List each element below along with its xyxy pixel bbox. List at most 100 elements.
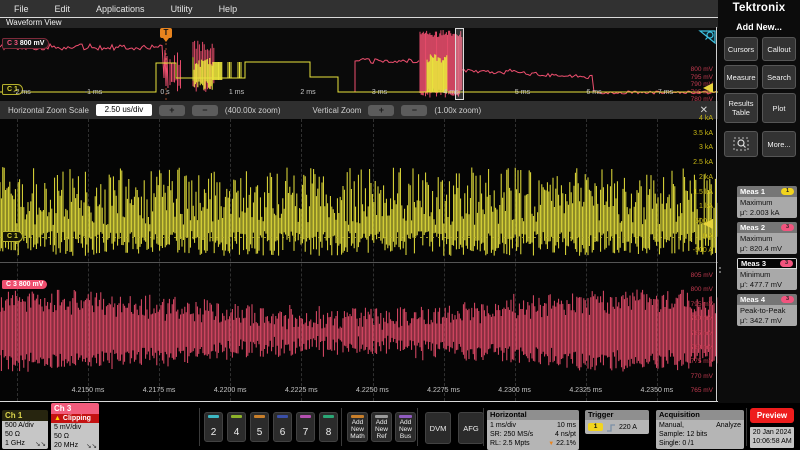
v-zoom-plus-button[interactable]: +: [368, 105, 394, 116]
axis-label: -500 A: [693, 244, 713, 259]
measurement-badge[interactable]: Meas 2 3 Maximum μ': 820.4 mV: [737, 222, 797, 254]
axis-label: 775 mV: [691, 355, 713, 369]
channel-color-stripe: [208, 415, 219, 418]
ch1-vertical-axis: 4 kA3.5 kA3 kA2.5 kA2 kA1.5 kA1 kA500 A0…: [693, 112, 713, 259]
ch3-setting-row: 5 mV/div: [54, 424, 96, 433]
sidebar-tool-button[interactable]: Measure: [724, 65, 758, 89]
channel-button[interactable]: 5: [250, 412, 269, 442]
time-tick-label: 1 ms: [229, 89, 244, 96]
channel-button[interactable]: 8: [319, 412, 338, 442]
measurement-name: Meas 1: [740, 187, 765, 196]
tab-waveform-view[interactable]: Waveform View: [0, 18, 718, 28]
menu-item[interactable]: Applications: [96, 4, 145, 14]
axis-label: 0 A: [693, 230, 713, 245]
ch3-scale-badge[interactable]: C 3 800 mV: [2, 280, 47, 289]
h-scale: 1 ms/div: [490, 421, 516, 430]
tool-button[interactable]: AFG: [458, 412, 484, 444]
measurement-badge[interactable]: Meas 1 1 Maximum μ': 2.003 kA: [737, 186, 797, 218]
time-tick-label: 4.2350 ms: [640, 387, 673, 394]
separator: [417, 408, 418, 446]
time-tick-label: 0 s: [160, 89, 169, 96]
add-new-button[interactable]: Add New Math: [347, 412, 368, 442]
probe-icon: ↘↘: [35, 440, 46, 448]
channel-button[interactable]: 7: [296, 412, 315, 442]
acquisition-panel[interactable]: Acquisition Manual,Analyze Sample: 12 bi…: [656, 410, 744, 449]
axis-label: 800 mV: [691, 66, 713, 74]
more-button[interactable]: More...: [762, 131, 796, 157]
channel-button[interactable]: 4: [227, 412, 246, 442]
acq-single: Single: 0 /1: [659, 439, 741, 448]
sidebar-tool-button[interactable]: Results Table: [724, 93, 758, 123]
measurement-value: μ': 820.4 mV: [740, 244, 794, 254]
horizontal-title: Horizontal: [487, 410, 579, 420]
measurement-badge[interactable]: Meas 3 3 Minimum μ': 477.7 mV: [737, 258, 797, 290]
axis-label: 795 mV: [691, 298, 713, 312]
view-separator: [716, 27, 717, 402]
time-tick-label: 4.2300 ms: [498, 387, 531, 394]
sidebar-tool-button[interactable]: Cursors: [724, 37, 758, 61]
h-zoom-scale-input[interactable]: 2.50 us/div: [96, 104, 152, 116]
measurement-name: Meas 3: [741, 259, 766, 268]
overview-ch3-badge[interactable]: C 3 800 mV: [2, 38, 49, 49]
menu-item[interactable]: Utility: [171, 4, 193, 14]
h-zoom-plus-button[interactable]: +: [159, 105, 185, 116]
date: 20 Jan 2024: [750, 429, 794, 438]
axis-label: 795 mV: [691, 74, 713, 82]
sidebar-tool-button[interactable]: Search: [762, 65, 796, 89]
time-tick-label: 3 ms: [372, 89, 387, 96]
separator: [341, 408, 342, 446]
ch3-name: Ch 3: [51, 403, 99, 414]
measurement-source-pill: 3: [780, 260, 793, 267]
ch3-settings-badge[interactable]: Ch 3 ▲ Clipping 5 mV/div50 Ω20 MHz ↘↘: [51, 403, 99, 450]
acq-sample: Sample: 12 bits: [659, 430, 741, 439]
trigger-source-pill: 1: [588, 423, 603, 431]
menu-item[interactable]: Help: [219, 4, 238, 14]
time-tick-label: 4.2275 ms: [427, 387, 460, 394]
ch3-position-arrow[interactable]: [703, 83, 713, 93]
trigger-level: 220 A: [619, 423, 637, 432]
trigger-panel[interactable]: Trigger 1 220 A: [585, 410, 649, 434]
measurement-badge[interactable]: Meas 4 3 Peak-to-Peak μ': 342.7 mV: [737, 294, 797, 326]
clipping-warning: ▲ Clipping: [51, 414, 99, 423]
ch1-position-arrow[interactable]: [703, 219, 713, 229]
horizontal-panel[interactable]: Horizontal 1 ms/div10 ms SR: 250 MS/s4 n…: [487, 410, 579, 450]
ch1-settings-badge[interactable]: Ch 1 500 A/div50 Ω1 GHz ↘↘: [2, 410, 48, 449]
channel-button[interactable]: 2: [204, 412, 223, 442]
measurement-source-pill: 3: [781, 296, 794, 303]
zoom-icon: [733, 137, 749, 151]
measurement-name: Meas 2: [740, 223, 765, 232]
channel-color-stripe: [300, 415, 311, 418]
axis-label: 3 kA: [693, 141, 713, 156]
h-trigger-position: ▼ 22.1%: [548, 439, 576, 449]
panel-drag-handle[interactable]: [719, 265, 723, 275]
h-sample-rate: SR: 250 MS/s: [490, 430, 533, 439]
axis-label: 1.5 kA: [693, 186, 713, 201]
sidebar-tool-button[interactable]: Plot: [762, 93, 796, 123]
time-tick-label: 4.2325 ms: [569, 387, 602, 394]
add-color-stripe: [375, 415, 388, 418]
v-zoom-minus-button[interactable]: −: [401, 105, 427, 116]
zoom-button[interactable]: [724, 131, 758, 157]
axis-label: 770 mV: [691, 370, 713, 384]
zoom-overview-icon[interactable]: [698, 29, 717, 45]
v-zoom-factor: (1.00x zoom): [434, 106, 481, 115]
ch1-ground-badge[interactable]: C 1: [2, 231, 23, 242]
axis-label: 4 kA: [693, 112, 713, 127]
menu-item[interactable]: File: [14, 4, 29, 14]
tool-button[interactable]: DVM: [425, 412, 451, 444]
add-color-stripe: [351, 415, 364, 418]
acq-analyze: Analyze: [716, 421, 741, 430]
add-new-button[interactable]: Add New Ref: [371, 412, 392, 442]
acquisition-title: Acquisition: [656, 410, 744, 420]
ch1-zoom-trace: [0, 119, 718, 262]
sidebar-tool-button[interactable]: Callout: [762, 37, 796, 61]
add-new-button[interactable]: Add New Bus: [395, 412, 416, 442]
menu-item[interactable]: Edit: [55, 4, 71, 14]
zoom-detail-view: 4 kA3.5 kA3 kA2.5 kA2 kA1.5 kA1 kA500 A0…: [0, 119, 718, 402]
h-zoom-factor: (400.00x zoom): [225, 106, 281, 115]
h-zoom-minus-button[interactable]: −: [192, 105, 218, 116]
preview-button[interactable]: Preview: [750, 408, 794, 423]
channel-button[interactable]: 6: [273, 412, 292, 442]
trigger-position-marker[interactable]: T: [160, 28, 172, 38]
h-resolution: 4 ns/pt: [555, 430, 576, 439]
